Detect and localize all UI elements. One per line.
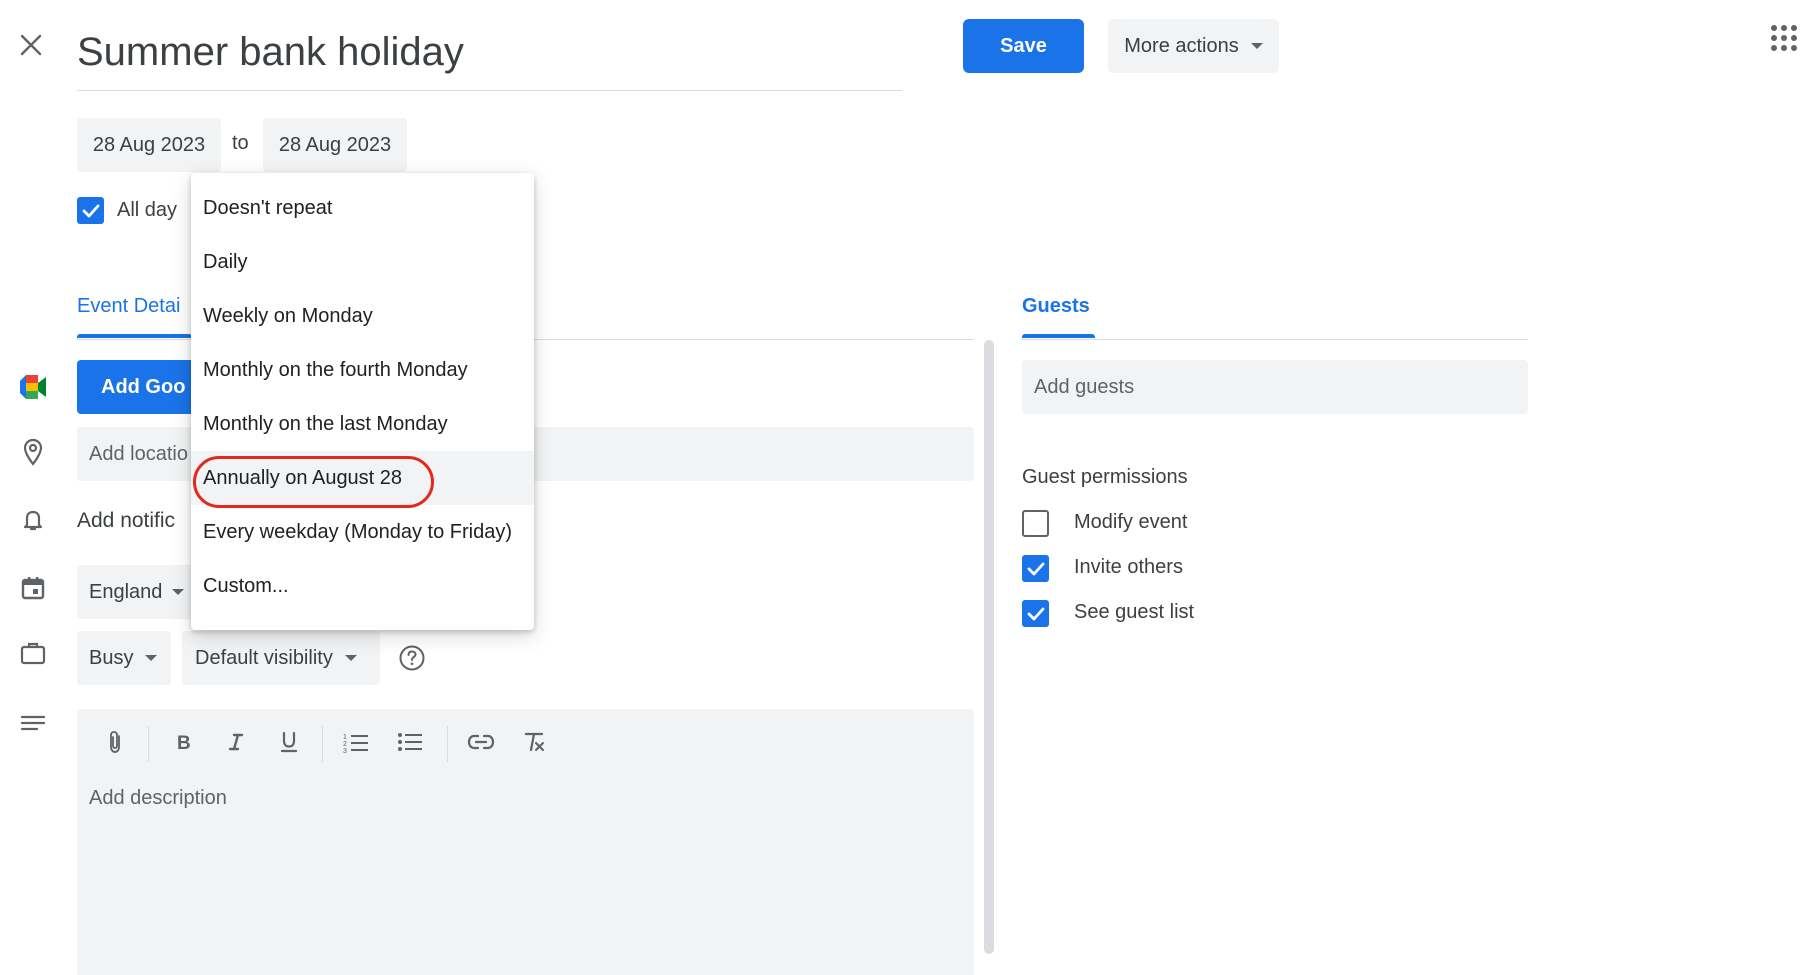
repeat-dropdown-menu: Doesn't repeat Daily Weekly on Monday Mo… [191,173,534,630]
menu-item-annually[interactable]: Annually on August 28 [191,451,534,508]
event-title: Summer bank holiday [77,30,464,74]
svg-text:2: 2 [343,741,347,748]
close-icon [20,34,42,56]
menu-item-monthly-fourth[interactable]: Monthly on the fourth Monday [191,343,534,397]
calendar-icon [18,573,48,603]
menu-item-doesnt-repeat[interactable]: Doesn't repeat [191,181,534,235]
availability-value: Busy [89,646,134,669]
svg-text:B: B [177,733,191,753]
description-placeholder: Add description [89,787,227,809]
modify-event-checkbox[interactable] [1022,510,1049,537]
menu-item-custom[interactable]: Custom... [191,559,534,613]
add-notification-link[interactable]: Add notific [77,509,175,533]
help-icon[interactable] [398,644,426,672]
scrollbar[interactable] [984,340,994,954]
tab-active-indicator [1022,334,1095,338]
briefcase-icon [18,638,48,668]
title-field[interactable]: Summer bank holiday [77,18,902,91]
visibility-value: Default visibility [195,646,333,669]
calendar-select[interactable]: England [77,565,197,619]
check-icon [1027,607,1044,620]
underline-icon[interactable] [274,727,304,757]
more-actions-button[interactable]: More actions [1108,19,1279,73]
all-day-label: All day [117,199,178,221]
menu-item-every-weekday[interactable]: Every weekday (Monday to Friday) [191,505,534,559]
start-date-picker[interactable]: 28 Aug 2023 [77,118,221,172]
all-day-checkbox[interactable] [77,197,104,224]
italic-icon[interactable] [221,727,251,757]
see-guest-list-label: See guest list [1074,601,1195,623]
save-button[interactable]: Save [963,19,1084,73]
chevron-down-icon [1250,43,1263,49]
description-lines-icon [18,708,48,738]
toolbar-separator [148,726,149,762]
clear-formatting-icon[interactable] [519,727,549,757]
menu-item-daily[interactable]: Daily [191,235,534,289]
visibility-select[interactable]: Default visibility [182,631,380,685]
bell-icon [18,505,48,535]
end-date-picker[interactable]: 28 Aug 2023 [263,118,407,172]
toolbar-separator [322,726,323,762]
bold-icon[interactable]: B [168,727,198,757]
toolbar-separator [447,726,448,762]
invite-others-label: Invite others [1074,556,1183,578]
menu-item-annually-label: Annually on August 28 [203,466,403,489]
apps-grid-icon[interactable] [1770,24,1798,52]
more-actions-label: More actions [1124,34,1239,57]
numbered-list-icon[interactable]: 123 [341,727,371,757]
add-guests-input[interactable]: Add guests [1022,360,1528,414]
close-button[interactable] [14,28,48,62]
svg-text:3: 3 [343,748,347,753]
link-icon[interactable] [466,727,496,757]
menu-item-monthly-last[interactable]: Monthly on the last Monday [191,397,534,451]
tab-event-details[interactable]: Event Detai [77,295,180,318]
calendar-select-value: England [89,580,163,603]
tab-active-indicator [77,334,192,338]
bulleted-list-icon[interactable] [395,727,425,757]
attachment-icon[interactable] [100,727,130,757]
check-icon [82,204,99,217]
date-separator: to [232,132,249,154]
guest-permissions-title: Guest permissions [1022,466,1188,488]
chevron-down-icon [344,655,357,661]
availability-select[interactable]: Busy [77,631,171,685]
divider [1022,339,1528,340]
svg-text:1: 1 [343,734,347,741]
see-guest-list-checkbox[interactable] [1022,600,1049,627]
chevron-down-icon [172,589,185,595]
modify-event-label: Modify event [1074,511,1188,533]
menu-item-weekly[interactable]: Weekly on Monday [191,289,534,343]
invite-others-checkbox[interactable] [1022,555,1049,582]
location-pin-icon [18,437,48,467]
check-icon [1027,562,1044,575]
tab-guests[interactable]: Guests [1022,295,1090,318]
meet-icon [18,372,48,402]
chevron-down-icon [145,655,158,661]
